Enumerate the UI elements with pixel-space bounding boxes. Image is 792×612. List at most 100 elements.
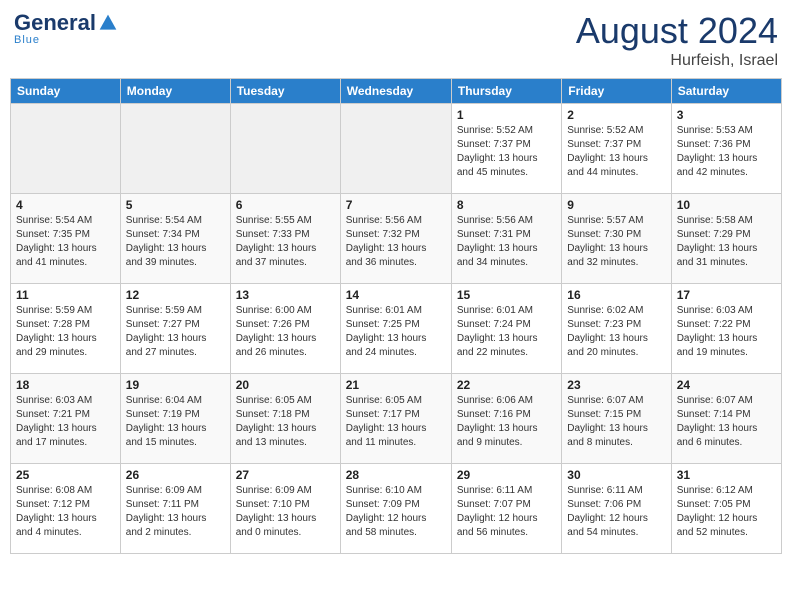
calendar-cell: [230, 104, 340, 194]
day-info: Sunrise: 6:05 AM Sunset: 7:17 PM Dayligh…: [346, 394, 446, 450]
calendar-cell: 23 Sunrise: 6:07 AM Sunset: 7:15 PM Dayli…: [562, 374, 671, 464]
calendar-cell: 22 Sunrise: 6:06 AM Sunset: 7:16 PM Dayli…: [451, 374, 561, 464]
col-tuesday: Tuesday: [230, 79, 340, 104]
day-number: 14: [346, 288, 446, 302]
logo-general: General: [14, 10, 96, 36]
calendar-cell: 16 Sunrise: 6:02 AM Sunset: 7:23 PM Dayli…: [562, 284, 671, 374]
day-info: Sunrise: 5:52 AM Sunset: 7:37 PM Dayligh…: [457, 124, 556, 180]
calendar-cell: 15Sunrise: 6:01 AM Sunset: 7:24 PM Dayli…: [451, 284, 561, 374]
day-number: 2: [567, 108, 665, 122]
day-info: Sunrise: 5:54 AM Sunset: 7:35 PM Dayligh…: [16, 214, 115, 270]
day-number: 10: [677, 198, 776, 212]
calendar-cell: 10Sunrise: 5:58 AM Sunset: 7:29 PM Dayli…: [671, 194, 781, 284]
day-number: 1: [457, 108, 556, 122]
day-number: 7: [346, 198, 446, 212]
calendar-week-5: 25 Sunrise: 6:08 AM Sunset: 7:12 PM Dayli…: [11, 464, 782, 554]
day-number: 3: [677, 108, 776, 122]
day-info: Sunrise: 5:53 AM Sunset: 7:36 PM Dayligh…: [677, 124, 776, 180]
day-info: Sunrise: 5:59 AM Sunset: 7:27 PM Dayligh…: [126, 304, 225, 360]
day-number: 30: [567, 468, 665, 482]
logo-text: General: [14, 10, 118, 36]
title-block: August 2024 Hurfeish, Israel: [576, 10, 778, 70]
day-info: Sunrise: 6:06 AM Sunset: 7:16 PM Dayligh…: [457, 394, 556, 450]
calendar-cell: [120, 104, 230, 194]
day-number: 13: [236, 288, 335, 302]
day-info: Sunrise: 6:12 AM Sunset: 7:05 PM Dayligh…: [677, 484, 776, 540]
day-number: 6: [236, 198, 335, 212]
logo: General Blue: [14, 10, 118, 46]
day-number: 20: [236, 378, 335, 392]
day-number: 23: [567, 378, 665, 392]
page-header: General Blue August 2024 Hurfeish, Israe…: [10, 10, 782, 70]
day-info: Sunrise: 5:54 AM Sunset: 7:34 PM Dayligh…: [126, 214, 225, 270]
col-thursday: Thursday: [451, 79, 561, 104]
day-info: Sunrise: 6:03 AM Sunset: 7:21 PM Dayligh…: [16, 394, 115, 450]
day-info: Sunrise: 6:07 AM Sunset: 7:14 PM Dayligh…: [677, 394, 776, 450]
calendar-cell: 1 Sunrise: 5:52 AM Sunset: 7:37 PM Daylig…: [451, 104, 561, 194]
day-number: 5: [126, 198, 225, 212]
day-number: 28: [346, 468, 446, 482]
calendar-header-row: Sunday Monday Tuesday Wednesday Thursday…: [11, 79, 782, 104]
day-info: Sunrise: 6:08 AM Sunset: 7:12 PM Dayligh…: [16, 484, 115, 540]
day-number: 25: [16, 468, 115, 482]
logo-icon: [98, 13, 118, 33]
col-saturday: Saturday: [671, 79, 781, 104]
logo-underline: Blue: [14, 34, 40, 46]
day-info: Sunrise: 6:01 AM Sunset: 7:25 PM Dayligh…: [346, 304, 446, 360]
calendar-cell: 17 Sunrise: 6:03 AM Sunset: 7:22 PM Dayli…: [671, 284, 781, 374]
day-number: 29: [457, 468, 556, 482]
day-info: Sunrise: 6:09 AM Sunset: 7:10 PM Dayligh…: [236, 484, 335, 540]
calendar-cell: 21Sunrise: 6:05 AM Sunset: 7:17 PM Dayli…: [340, 374, 451, 464]
calendar-cell: 24 Sunrise: 6:07 AM Sunset: 7:14 PM Dayli…: [671, 374, 781, 464]
day-info: Sunrise: 6:10 AM Sunset: 7:09 PM Dayligh…: [346, 484, 446, 540]
calendar-cell: 19 Sunrise: 6:04 AM Sunset: 7:19 PM Dayli…: [120, 374, 230, 464]
calendar-cell: 28 Sunrise: 6:10 AM Sunset: 7:09 PM Dayli…: [340, 464, 451, 554]
day-number: 4: [16, 198, 115, 212]
day-info: Sunrise: 5:57 AM Sunset: 7:30 PM Dayligh…: [567, 214, 665, 270]
col-wednesday: Wednesday: [340, 79, 451, 104]
day-info: Sunrise: 6:11 AM Sunset: 7:07 PM Dayligh…: [457, 484, 556, 540]
day-number: 16: [567, 288, 665, 302]
day-number: 27: [236, 468, 335, 482]
calendar-week-4: 18 Sunrise: 6:03 AM Sunset: 7:21 PM Dayli…: [11, 374, 782, 464]
day-info: Sunrise: 6:09 AM Sunset: 7:11 PM Dayligh…: [126, 484, 225, 540]
location: Hurfeish, Israel: [576, 52, 778, 70]
day-info: Sunrise: 5:52 AM Sunset: 7:37 PM Dayligh…: [567, 124, 665, 180]
calendar-cell: 6 Sunrise: 5:55 AM Sunset: 7:33 PM Daylig…: [230, 194, 340, 284]
calendar-cell: 12 Sunrise: 5:59 AM Sunset: 7:27 PM Dayli…: [120, 284, 230, 374]
calendar-week-1: 1 Sunrise: 5:52 AM Sunset: 7:37 PM Daylig…: [11, 104, 782, 194]
day-info: Sunrise: 6:05 AM Sunset: 7:18 PM Dayligh…: [236, 394, 335, 450]
day-number: 26: [126, 468, 225, 482]
calendar-cell: [340, 104, 451, 194]
day-number: 22: [457, 378, 556, 392]
day-number: 24: [677, 378, 776, 392]
day-info: Sunrise: 6:07 AM Sunset: 7:15 PM Dayligh…: [567, 394, 665, 450]
calendar-cell: 13 Sunrise: 6:00 AM Sunset: 7:26 PM Dayli…: [230, 284, 340, 374]
calendar-cell: 2 Sunrise: 5:52 AM Sunset: 7:37 PM Daylig…: [562, 104, 671, 194]
day-number: 15: [457, 288, 556, 302]
day-info: Sunrise: 6:00 AM Sunset: 7:26 PM Dayligh…: [236, 304, 335, 360]
day-number: 31: [677, 468, 776, 482]
calendar-cell: 14 Sunrise: 6:01 AM Sunset: 7:25 PM Dayli…: [340, 284, 451, 374]
day-number: 8: [457, 198, 556, 212]
day-number: 18: [16, 378, 115, 392]
day-info: Sunrise: 5:59 AM Sunset: 7:28 PM Dayligh…: [16, 304, 115, 360]
day-number: 12: [126, 288, 225, 302]
calendar-week-3: 11Sunrise: 5:59 AM Sunset: 7:28 PM Dayli…: [11, 284, 782, 374]
calendar-cell: 31 Sunrise: 6:12 AM Sunset: 7:05 PM Dayli…: [671, 464, 781, 554]
calendar-cell: 8Sunrise: 5:56 AM Sunset: 7:31 PM Daylig…: [451, 194, 561, 284]
day-info: Sunrise: 6:04 AM Sunset: 7:19 PM Dayligh…: [126, 394, 225, 450]
calendar-table: Sunday Monday Tuesday Wednesday Thursday…: [10, 78, 782, 554]
calendar-cell: 3 Sunrise: 5:53 AM Sunset: 7:36 PM Daylig…: [671, 104, 781, 194]
calendar-cell: 7 Sunrise: 5:56 AM Sunset: 7:32 PM Daylig…: [340, 194, 451, 284]
day-number: 17: [677, 288, 776, 302]
col-friday: Friday: [562, 79, 671, 104]
calendar-cell: 30Sunrise: 6:11 AM Sunset: 7:06 PM Dayli…: [562, 464, 671, 554]
day-info: Sunrise: 5:56 AM Sunset: 7:32 PM Dayligh…: [346, 214, 446, 270]
day-number: 19: [126, 378, 225, 392]
day-info: Sunrise: 5:55 AM Sunset: 7:33 PM Dayligh…: [236, 214, 335, 270]
day-info: Sunrise: 6:03 AM Sunset: 7:22 PM Dayligh…: [677, 304, 776, 360]
calendar-cell: 4 Sunrise: 5:54 AM Sunset: 7:35 PM Daylig…: [11, 194, 121, 284]
day-info: Sunrise: 6:02 AM Sunset: 7:23 PM Dayligh…: [567, 304, 665, 360]
calendar-cell: [11, 104, 121, 194]
